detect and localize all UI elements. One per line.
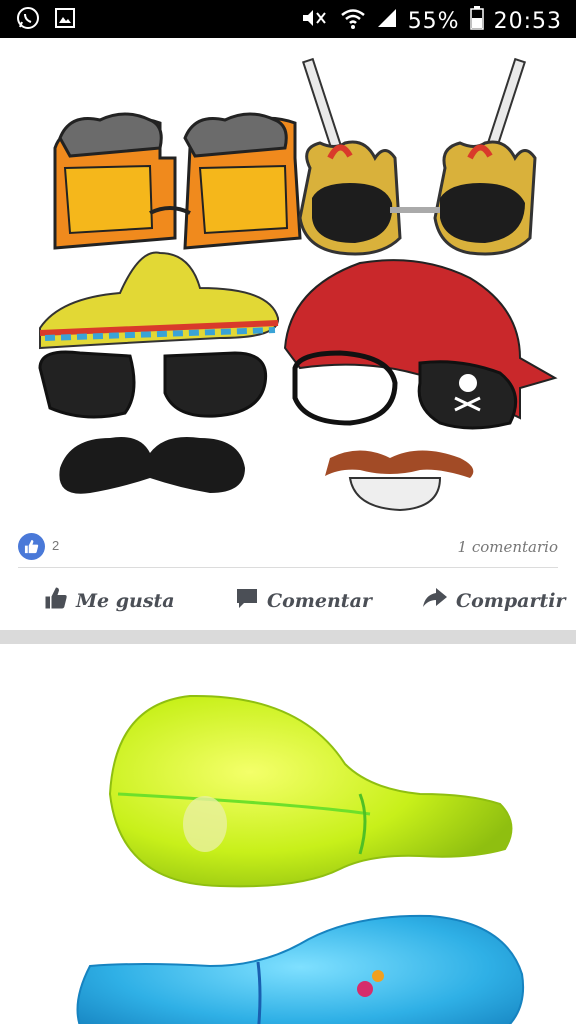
feed-separator xyxy=(0,630,576,644)
clock: 20:53 xyxy=(493,8,562,34)
thumbs-up-icon xyxy=(44,586,68,615)
status-bar: 55% 20:53 xyxy=(0,0,576,38)
comments-count-link[interactable]: 1 comentario xyxy=(458,538,558,556)
green-maraca-image xyxy=(108,694,513,888)
wifi-icon xyxy=(340,6,366,36)
post-card-2 xyxy=(0,644,576,1024)
beer-mug-glasses-image xyxy=(53,112,302,250)
whatsapp-icon xyxy=(16,6,40,35)
guitar-glasses-image xyxy=(298,57,537,256)
post-photo-maracas[interactable] xyxy=(0,644,576,1024)
like-count[interactable]: 2 xyxy=(52,538,59,553)
like-button-label: Me gusta xyxy=(76,589,175,612)
comment-bubble-icon xyxy=(235,586,259,615)
post-card: 2 1 comentario Me gusta Comentar Compart… xyxy=(0,38,576,628)
battery-icon xyxy=(469,6,484,36)
share-button-label: Compartir xyxy=(456,589,566,612)
signal-icon xyxy=(376,7,398,35)
post-photo-novelty-glasses[interactable] xyxy=(0,38,576,518)
comment-button-label: Comentar xyxy=(267,589,372,612)
comment-button[interactable]: Comentar xyxy=(235,586,372,615)
share-button[interactable]: Compartir xyxy=(422,586,566,615)
post-actions-bar: Me gusta Comentar Compartir xyxy=(0,578,576,624)
like-reaction-icon[interactable] xyxy=(18,533,45,560)
blue-maraca-image xyxy=(76,914,525,1024)
share-arrow-icon xyxy=(422,586,448,615)
reactions-row: 2 1 comentario xyxy=(18,533,558,561)
mute-icon xyxy=(300,7,330,35)
pirate-glasses-image xyxy=(283,259,558,512)
sombrero-mustache-glasses-image xyxy=(38,251,280,494)
gallery-icon xyxy=(54,7,76,34)
battery-percent: 55% xyxy=(407,8,460,34)
divider xyxy=(18,567,558,568)
like-button[interactable]: Me gusta xyxy=(44,586,175,615)
